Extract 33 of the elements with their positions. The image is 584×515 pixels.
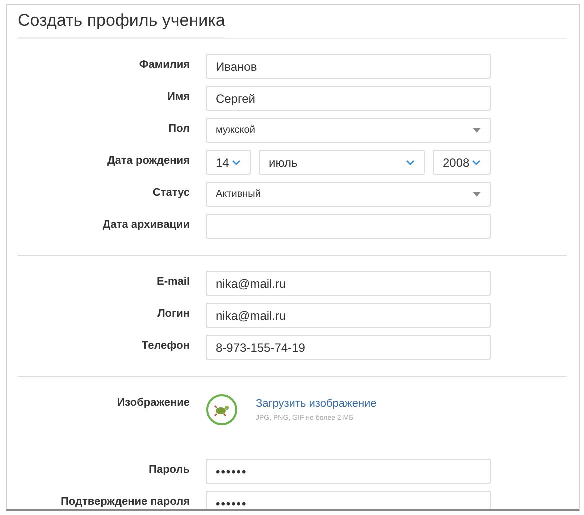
caret-icon [473,192,481,197]
field-label: Пароль [148,463,190,476]
input-field[interactable]: nika@mail.ru [206,271,491,296]
select-field[interactable]: 2008 [433,150,491,175]
field-label: Статус [152,186,190,199]
select-field[interactable]: июль [259,150,425,175]
chevron-icon [232,160,241,166]
page-title: Создать профиль ученика [18,9,226,38]
field-label: Фамилия [138,58,190,71]
turtle-icon[interactable] [206,394,238,426]
input-field[interactable]: Иванов [206,54,491,79]
select-field[interactable]: 14 [206,150,251,175]
chevron-icon [472,160,481,166]
input-field[interactable] [206,214,491,239]
field-label: Дата рождения [106,154,190,167]
upload-image-link[interactable]: Загрузить изображение [256,398,377,410]
field-label: E-mail [156,275,190,288]
field-label: Имя [166,90,190,103]
select-field[interactable]: Активный [206,182,491,207]
input-field[interactable]: 8-973-155-74-19 [206,335,491,360]
field-label: Пол [168,122,190,135]
input-field[interactable]: •••••• [206,491,491,509]
input-field[interactable]: •••••• [206,459,491,484]
input-field[interactable]: Сергей [206,86,491,111]
field-label: Дата архивации [102,218,190,231]
field-label: Подтверждение пароля [60,495,190,508]
field-label: Телефон [140,339,190,352]
chevron-icon [406,160,415,166]
input-field[interactable]: nika@mail.ru [206,303,491,328]
field-label: Изображение [116,396,190,409]
select-field[interactable]: мужской [206,118,491,143]
field-label: Логин [156,307,190,320]
caret-icon [473,128,481,133]
